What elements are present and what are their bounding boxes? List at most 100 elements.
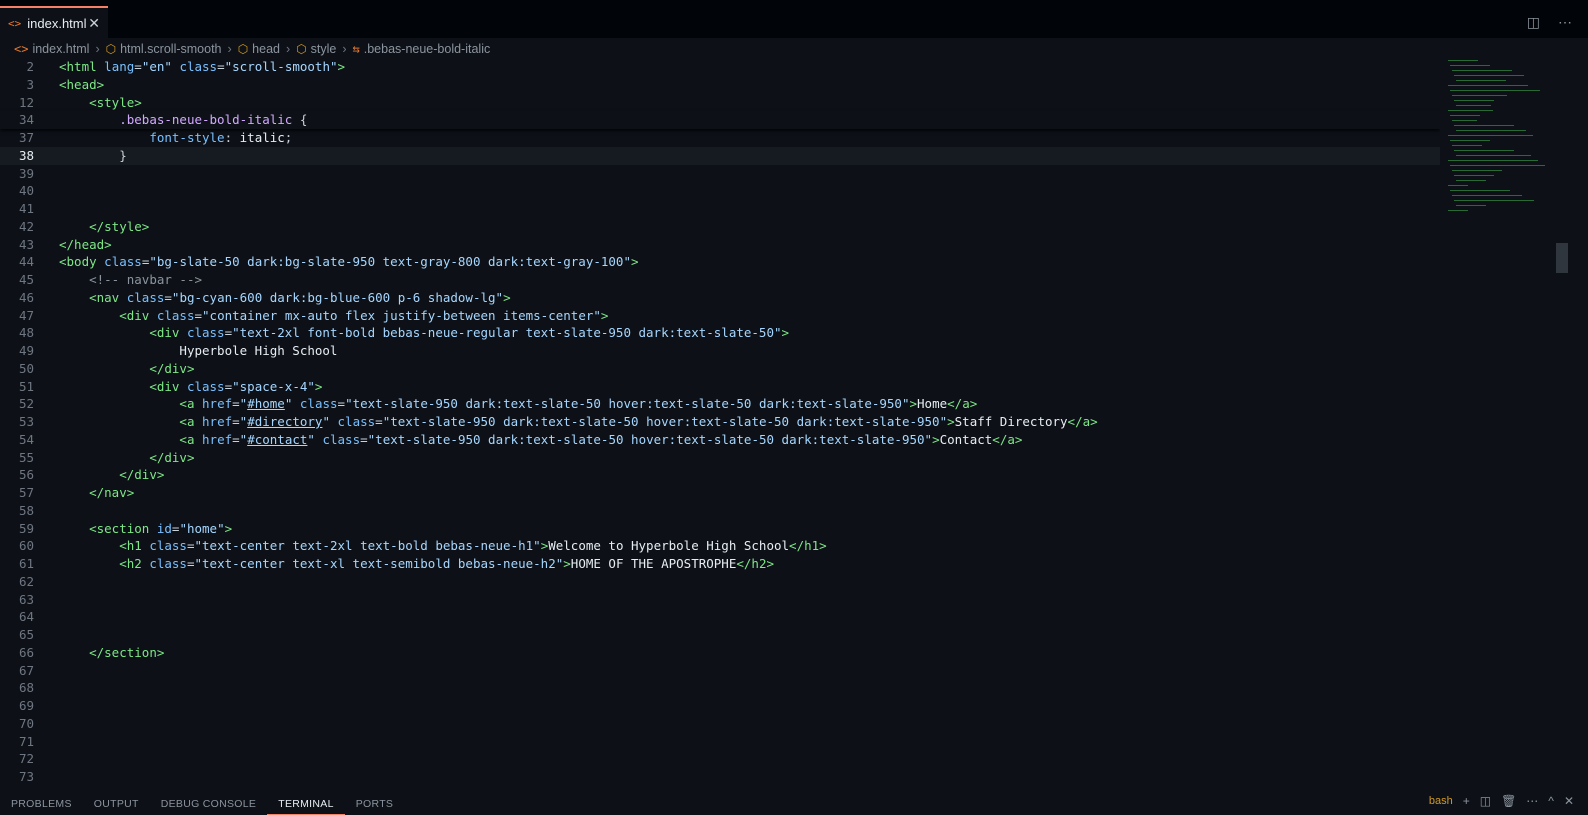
code-line[interactable]: 57 </nav> (0, 484, 1440, 502)
code-token: > (600, 307, 609, 323)
code-line[interactable]: 3 <head> (0, 76, 1440, 94)
minimap-line (1456, 105, 1491, 106)
line-number: 68 (18, 680, 34, 696)
code-line[interactable]: 48 <div class="text-2xl font-bold bebas-… (0, 324, 1440, 342)
breadcrumb-item[interactable]: ⬡ head (238, 42, 280, 56)
breadcrumb-item[interactable]: ⬡ style (296, 42, 336, 56)
code-line[interactable]: 12 <style> (0, 94, 1440, 112)
code-line[interactable]: 40 (0, 182, 1440, 200)
trash-icon[interactable]: 🗑 (1501, 794, 1516, 808)
code-line[interactable]: 60 <h1 class="text-center text-2xl text-… (0, 537, 1440, 555)
tab-actions: ◫ ⋯ (1527, 14, 1572, 31)
more-icon[interactable]: ⋯ (1526, 794, 1538, 808)
terminal-shell-label[interactable]: bash (1429, 795, 1453, 807)
tab-problems[interactable]: PROBLEMS (0, 793, 83, 815)
minimap-line (1450, 165, 1545, 166)
tab-debug-console[interactable]: DEBUG CONSOLE (150, 793, 268, 815)
breadcrumb-item[interactable]: ⇆ .bebas-neue-bold-italic (353, 42, 491, 56)
line-number: 49 (18, 343, 34, 358)
code-editor[interactable]: 2 <html lang="en" class="scroll-smooth"> 3… (0, 58, 1440, 790)
code-token: </nav> (89, 485, 135, 500)
code-line[interactable]: 37 font-style: italic; (0, 129, 1440, 147)
minimap-line (1454, 200, 1534, 201)
tab-ports[interactable]: PORTS (345, 793, 404, 815)
code-line[interactable]: 56 </div> (0, 466, 1440, 484)
code-line[interactable]: 68 (0, 679, 1440, 697)
code-token: <div (119, 307, 150, 323)
tab-terminal[interactable]: TERMINAL (267, 793, 345, 815)
code-token: = (217, 59, 225, 74)
code-line[interactable]: 47 <div class="container mx-auto flex ju… (0, 307, 1440, 325)
minimap-line (1456, 80, 1506, 81)
code-line[interactable]: 49 Hyperbole High School (0, 342, 1440, 360)
minimap[interactable] (1444, 58, 1556, 228)
code-line[interactable]: 64 (0, 608, 1440, 626)
minimap-line (1454, 100, 1494, 101)
breadcrumb-label: index.html (32, 42, 90, 56)
code-line[interactable]: 59 <section id="home"> (0, 520, 1440, 538)
split-terminal-icon[interactable]: ◫ (1480, 794, 1491, 808)
tab-index-html[interactable]: <> index.html ✕ (0, 6, 108, 38)
code-line[interactable]: 62 (0, 573, 1440, 591)
code-line[interactable]: 38 } (0, 146, 1440, 165)
code-token: "scroll-smooth" (224, 59, 338, 74)
line-number: 60 (18, 538, 34, 554)
close-icon[interactable]: ✕ (88, 15, 100, 32)
code-line[interactable]: 54 <a href="#contact" class="text-slate-… (0, 431, 1440, 449)
editor-tab-bar: <> index.html ✕ ◫ ⋯ (0, 6, 1588, 38)
code-line[interactable]: 70 (0, 715, 1440, 733)
breadcrumb-separator-icon: › (285, 42, 291, 56)
code-line[interactable]: 71 (0, 733, 1440, 751)
breadcrumb-item[interactable]: <> index.html (14, 42, 89, 56)
code-line[interactable]: 42 </style> (0, 218, 1440, 236)
code-text: font-style: italic; (59, 129, 292, 147)
code-text: </nav> (59, 484, 134, 502)
code-token: class (126, 289, 165, 305)
code-token: <a (179, 414, 195, 429)
code-line[interactable]: 55 </div> (0, 449, 1440, 467)
code-line[interactable]: 63 (0, 591, 1440, 609)
code-text: <h2 class="text-center text-xl text-semi… (59, 555, 774, 573)
breadcrumb-item[interactable]: ⬡ html.scroll-smooth (106, 42, 222, 56)
close-panel-icon[interactable]: ✕ (1564, 794, 1574, 808)
tab-output[interactable]: OUTPUT (83, 793, 150, 815)
breadcrumb-separator-icon: › (342, 42, 347, 56)
code-token: <style> (89, 94, 142, 110)
code-token: font-style (149, 130, 225, 145)
code-line[interactable]: 41 (0, 200, 1440, 218)
line-number: 57 (18, 485, 34, 500)
code-line[interactable]: 53 <a href="#directory" class="text-slat… (0, 413, 1440, 431)
code-line[interactable]: 66 </section> (0, 644, 1440, 662)
code-line[interactable]: 50 </div> (0, 360, 1440, 378)
code-line[interactable]: 73 (0, 768, 1440, 786)
code-line[interactable]: 72 (0, 750, 1440, 768)
maximize-panel-icon[interactable]: ^ (1548, 794, 1554, 808)
code-line[interactable]: 65 (0, 626, 1440, 644)
scrollbar-thumb[interactable] (1556, 243, 1568, 273)
add-terminal-icon[interactable]: + (1463, 794, 1470, 808)
code-line[interactable]: 2 <html lang="en" class="scroll-smooth"> (0, 58, 1440, 76)
code-token: " (307, 431, 315, 447)
code-line[interactable]: 67 (0, 662, 1440, 680)
breadcrumb-separator-icon: › (227, 42, 232, 56)
code-line[interactable]: 52 <a href="#home" class="text-slate-950… (0, 395, 1440, 413)
code-line[interactable]: 58 (0, 502, 1440, 520)
code-line[interactable]: 34 .bebas-neue-bold-italic { (0, 111, 1440, 129)
minimap-line (1454, 75, 1524, 76)
code-token: <div (149, 378, 180, 394)
minimap-line (1448, 60, 1478, 61)
more-actions-icon[interactable]: ⋯ (1558, 14, 1572, 31)
code-line[interactable]: 43 </head> (0, 236, 1440, 254)
code-line[interactable]: 69 (0, 697, 1440, 715)
code-line[interactable]: 44 <body class="bg-slate-50 dark:bg-slate… (0, 253, 1440, 271)
code-line[interactable]: 61 <h2 class="text-center text-xl text-s… (0, 555, 1440, 573)
code-line[interactable]: 45 <!-- navbar --> (0, 271, 1440, 289)
split-editor-icon[interactable]: ◫ (1527, 14, 1540, 31)
code-line[interactable]: 51 <div class="space-x-4"> (0, 378, 1440, 396)
code-token: href (202, 431, 233, 447)
code-line[interactable]: 39 (0, 165, 1440, 183)
code-line[interactable]: 46 <nav class="bg-cyan-600 dark:bg-blue-… (0, 289, 1440, 307)
editor-scrollbar[interactable] (1556, 58, 1568, 790)
